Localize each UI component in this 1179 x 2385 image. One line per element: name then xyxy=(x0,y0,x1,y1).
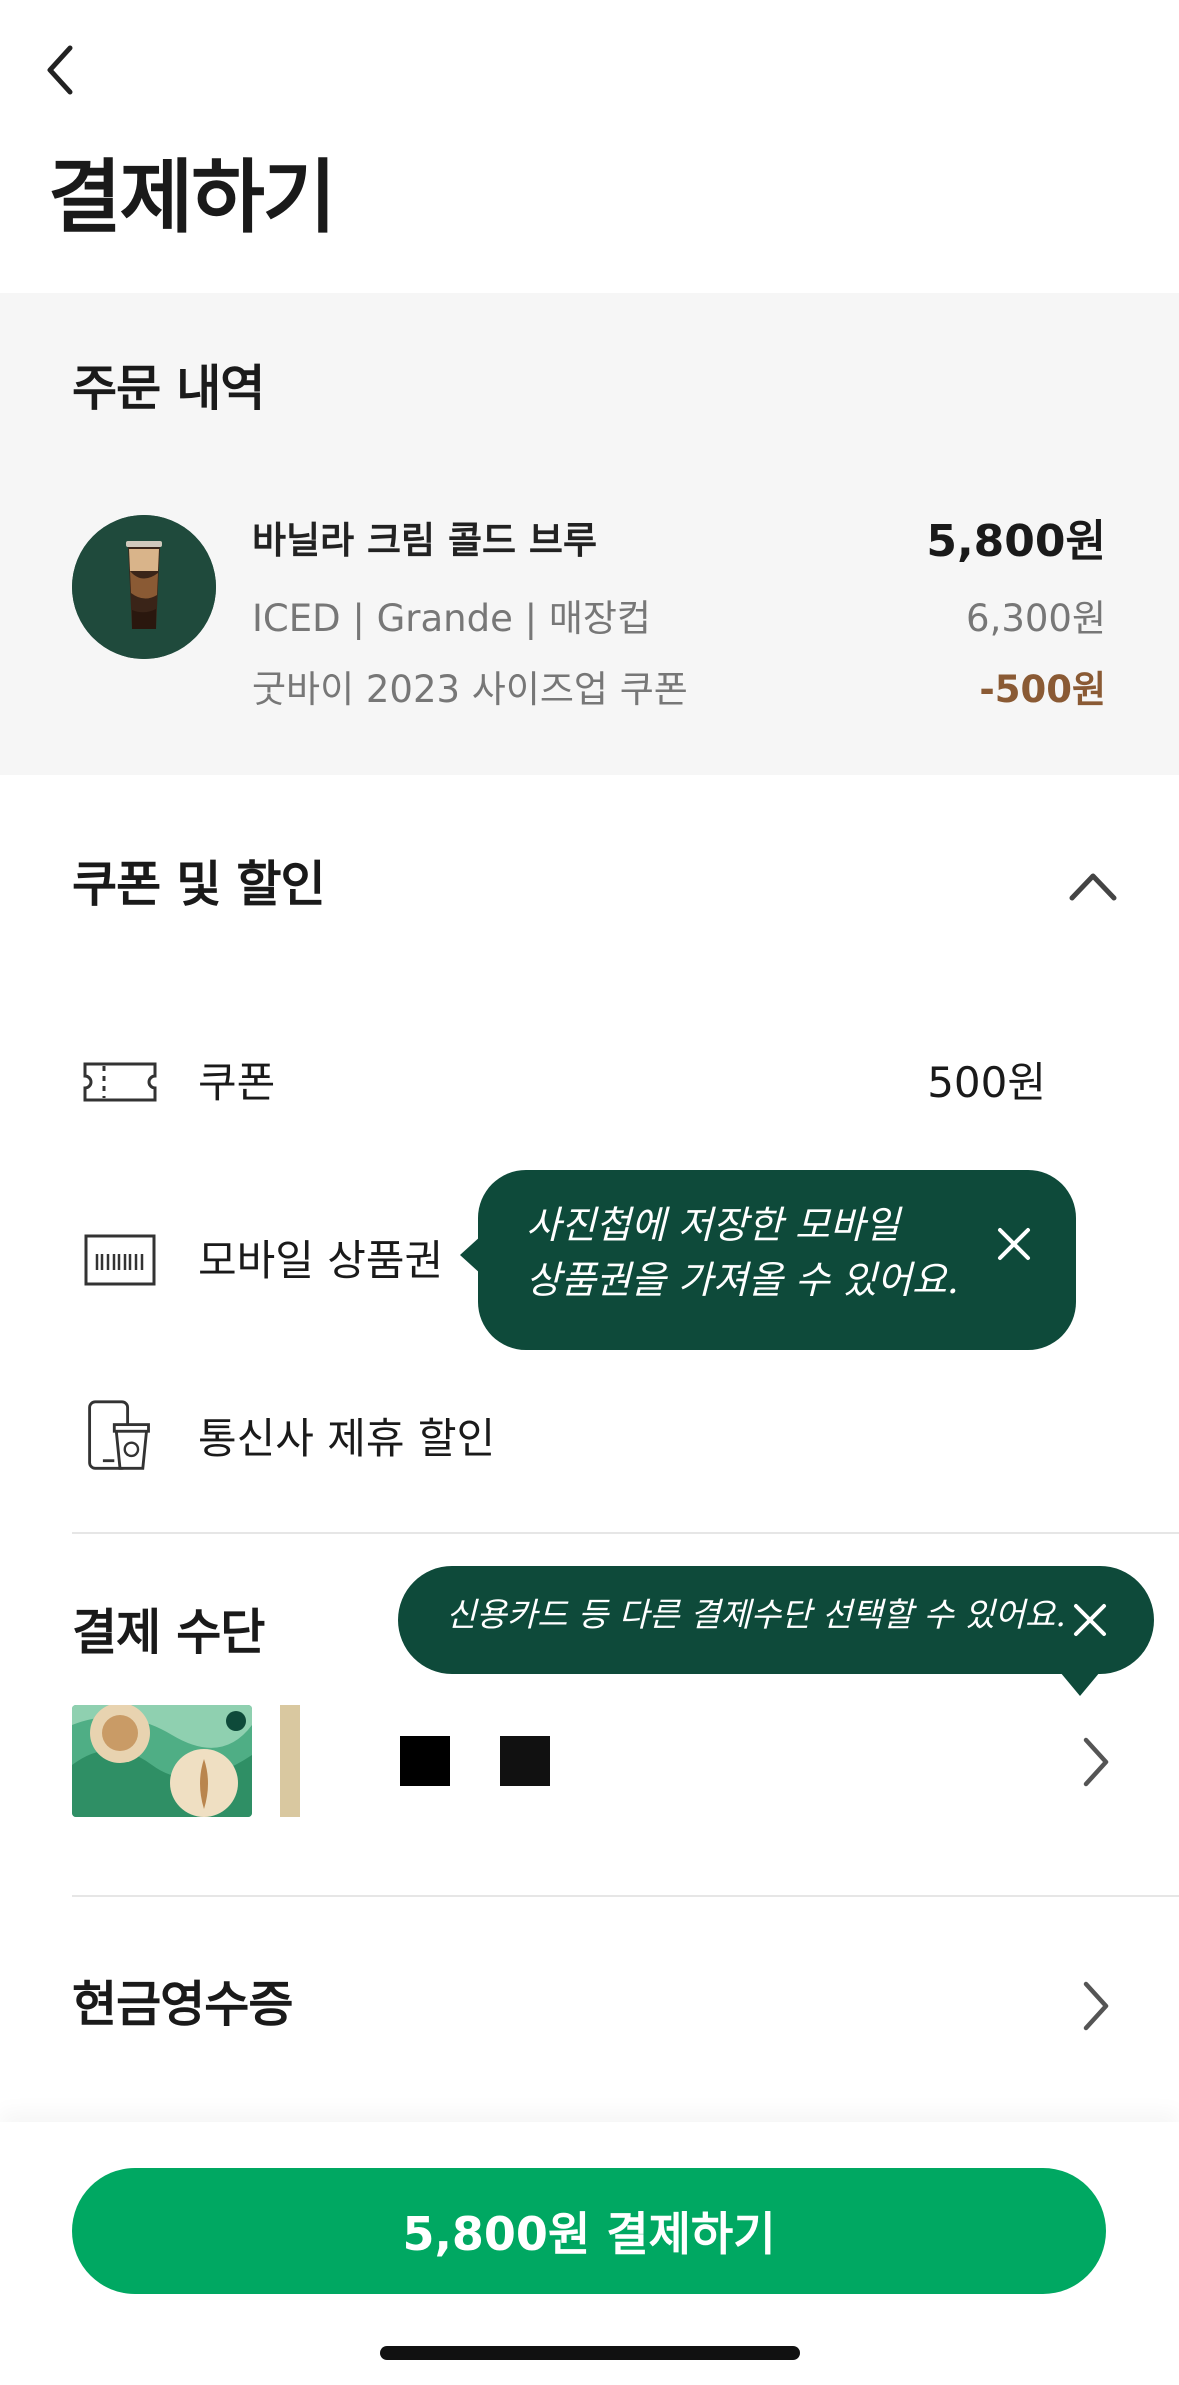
item-discount: -500원 xyxy=(979,668,1106,711)
coupon-label: 쿠폰 xyxy=(198,1058,276,1107)
iced-coffee-image xyxy=(72,515,216,659)
mobile-voucher-label: 모바일 상품권 xyxy=(198,1236,444,1285)
tooltip-arrow xyxy=(1060,1672,1100,1696)
item-name: 바닐라 크림 콜드 브루 xyxy=(252,519,598,562)
chevron-right-icon xyxy=(1083,1737,1109,1787)
barcode-voucher-icon xyxy=(84,1234,156,1286)
order-section-title: 주문 내역 xyxy=(72,360,265,417)
section-divider xyxy=(72,1532,1179,1534)
item-final-price: 5,800원 xyxy=(926,516,1106,567)
coupon-ticket-icon xyxy=(83,1062,157,1102)
chevron-right-icon xyxy=(1083,1981,1109,2031)
close-icon[interactable] xyxy=(994,1224,1034,1264)
tooltip-text: 사진첩에 저장한 모바일 상품권을 가져올 수 있어요. xyxy=(526,1203,959,1303)
back-chevron-icon xyxy=(47,45,73,95)
phone-cup-icon xyxy=(88,1400,150,1470)
item-thumbnail xyxy=(72,515,216,659)
item-options: ICED | Grande | 매장컵 xyxy=(252,597,651,640)
pay-button[interactable]: 5,800원 결제하기 xyxy=(72,2168,1106,2294)
payment-tooltip: 신용카드 등 다른 결제수단 선택할 수 있어요. xyxy=(398,1566,1154,1674)
coupon-value: 500원 xyxy=(927,1058,1046,1107)
collapse-toggle[interactable] xyxy=(1068,866,1118,906)
item-original-price: 6,300원 xyxy=(966,597,1106,640)
home-indicator xyxy=(380,2346,800,2360)
carrier-discount-row[interactable]: 통신사 제휴 할인 xyxy=(72,1396,1106,1482)
redacted-block xyxy=(400,1736,450,1786)
page-title: 결제하기 xyxy=(48,151,336,244)
payment-tooltip-text: 신용카드 등 다른 결제수단 선택할 수 있어요. xyxy=(446,1595,1066,1634)
close-icon[interactable] xyxy=(1070,1600,1110,1640)
back-button[interactable] xyxy=(40,40,80,100)
cash-receipt-title: 현금영수증 xyxy=(72,1976,293,2033)
item-coupon-name: 굿바이 2023 사이즈업 쿠폰 xyxy=(252,668,688,711)
payment-method-row[interactable] xyxy=(72,1700,1109,1824)
carrier-discount-label: 통신사 제휴 할인 xyxy=(198,1414,496,1463)
chevron-up-icon xyxy=(1069,873,1117,901)
card-edge xyxy=(280,1705,300,1817)
payment-section-title: 결제 수단 xyxy=(72,1604,265,1661)
mobile-voucher-tooltip: 사진첩에 저장한 모바일 상품권을 가져올 수 있어요. xyxy=(478,1170,1076,1350)
section-divider xyxy=(72,1895,1179,1897)
redacted-block xyxy=(500,1736,550,1786)
coupon-row[interactable]: 쿠폰 500원 xyxy=(72,1040,1106,1126)
cash-receipt-row[interactable]: 현금영수증 xyxy=(72,1960,1109,2050)
starbucks-card-image xyxy=(72,1705,252,1817)
discount-section-title: 쿠폰 및 할인 xyxy=(72,856,326,913)
mobile-voucher-row[interactable]: 모바일 상품권 xyxy=(72,1218,472,1304)
